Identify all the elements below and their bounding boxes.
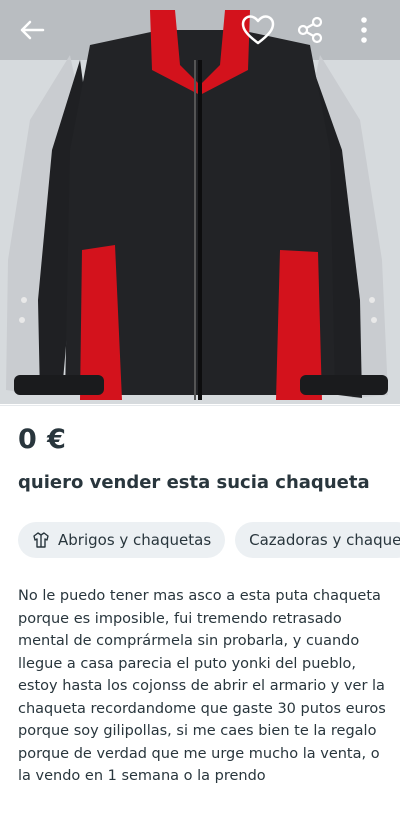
back-arrow-icon[interactable] bbox=[12, 12, 52, 48]
category-chip-abrigos[interactable]: Abrigos y chaquetas bbox=[18, 522, 226, 558]
heart-icon[interactable] bbox=[238, 12, 278, 48]
category-chip-cazadoras[interactable]: Cazadoras y chaque bbox=[235, 522, 400, 558]
more-vertical-icon[interactable] bbox=[344, 12, 384, 48]
category-chips: Abrigos y chaquetas Cazadoras y chaque bbox=[18, 522, 400, 558]
category-chip-label: Cazadoras y chaque bbox=[249, 531, 400, 549]
price: 0 € bbox=[18, 424, 67, 455]
listing-description: No le puedo tener mas asco a esta puta c… bbox=[18, 588, 386, 784]
divider bbox=[0, 405, 400, 406]
jacket-icon bbox=[32, 531, 50, 549]
category-chip-label: Abrigos y chaquetas bbox=[58, 531, 212, 549]
share-icon[interactable] bbox=[290, 12, 330, 48]
jacket-photo bbox=[0, 0, 400, 404]
listing-title: quiero vender esta sucia chaqueta bbox=[18, 472, 370, 493]
product-photo[interactable] bbox=[0, 0, 400, 404]
